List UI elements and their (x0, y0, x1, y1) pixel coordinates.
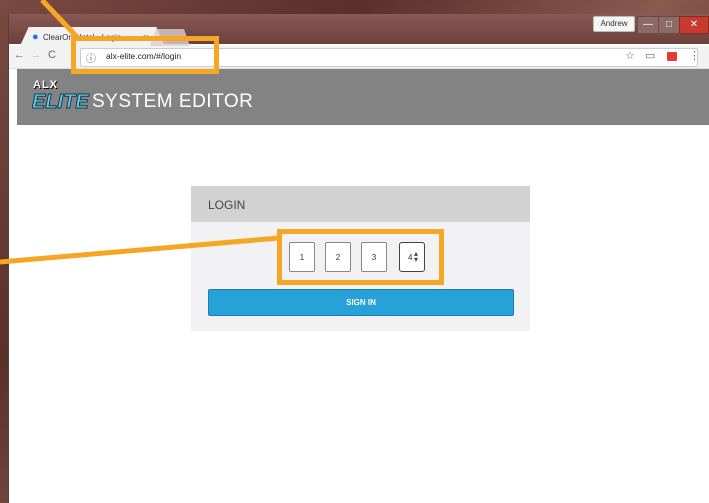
annotation-arrow-url (40, 0, 80, 40)
annotation-arrow-code (0, 235, 280, 265)
annotation-arrows (0, 0, 280, 265)
